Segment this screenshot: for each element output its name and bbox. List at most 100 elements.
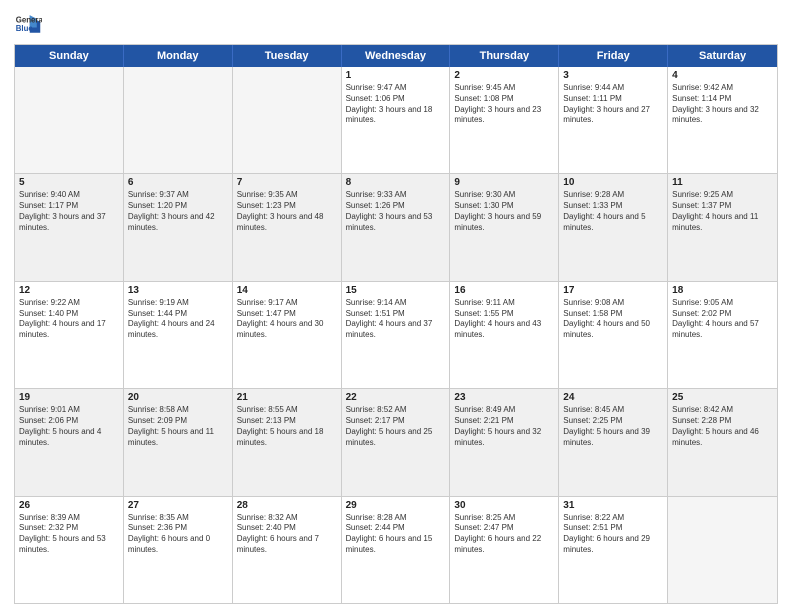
cell-info: Sunrise: 9:28 AM Sunset: 1:33 PM Dayligh…: [563, 190, 663, 233]
calendar-cell: 12 Sunrise: 9:22 AM Sunset: 1:40 PM Dayli…: [15, 282, 124, 388]
logo-icon: General Blue: [14, 10, 42, 38]
day-number: 5: [19, 177, 119, 188]
svg-text:General: General: [16, 15, 42, 24]
day-number: 21: [237, 392, 337, 403]
day-number: 10: [563, 177, 663, 188]
calendar-cell: 23 Sunrise: 8:49 AM Sunset: 2:21 PM Dayli…: [450, 389, 559, 495]
cell-info: Sunrise: 8:32 AM Sunset: 2:40 PM Dayligh…: [237, 513, 337, 556]
calendar-cell: 4 Sunrise: 9:42 AM Sunset: 1:14 PM Daylig…: [668, 67, 777, 173]
cell-info: Sunrise: 8:28 AM Sunset: 2:44 PM Dayligh…: [346, 513, 446, 556]
cell-info: Sunrise: 9:19 AM Sunset: 1:44 PM Dayligh…: [128, 298, 228, 341]
day-number: 9: [454, 177, 554, 188]
weekday-header: Wednesday: [342, 45, 451, 67]
day-number: 1: [346, 70, 446, 81]
cell-info: Sunrise: 8:42 AM Sunset: 2:28 PM Dayligh…: [672, 405, 773, 448]
logo: General Blue: [14, 10, 42, 38]
cell-info: Sunrise: 8:35 AM Sunset: 2:36 PM Dayligh…: [128, 513, 228, 556]
calendar-body: 1Sunrise: 9:47 AM Sunset: 1:06 PM Daylig…: [15, 67, 777, 603]
weekday-header: Saturday: [668, 45, 777, 67]
day-number: 26: [19, 500, 119, 511]
calendar-row: 12 Sunrise: 9:22 AM Sunset: 1:40 PM Dayli…: [15, 281, 777, 388]
day-number: 17: [563, 285, 663, 296]
day-number: 2: [454, 70, 554, 81]
calendar-cell: [124, 67, 233, 173]
day-number: 3: [563, 70, 663, 81]
day-number: 31: [563, 500, 663, 511]
cell-info: Sunrise: 9:45 AM Sunset: 1:08 PM Dayligh…: [454, 83, 554, 126]
cell-info: Sunrise: 8:49 AM Sunset: 2:21 PM Dayligh…: [454, 405, 554, 448]
day-number: 22: [346, 392, 446, 403]
day-number: 30: [454, 500, 554, 511]
cell-info: Sunrise: 9:42 AM Sunset: 1:14 PM Dayligh…: [672, 83, 773, 126]
cell-info: Sunrise: 9:44 AM Sunset: 1:11 PM Dayligh…: [563, 83, 663, 126]
calendar-cell: 3 Sunrise: 9:44 AM Sunset: 1:11 PM Daylig…: [559, 67, 668, 173]
day-number: 4: [672, 70, 773, 81]
calendar-cell: 16 Sunrise: 9:11 AM Sunset: 1:55 PM Dayli…: [450, 282, 559, 388]
calendar-cell: 27 Sunrise: 8:35 AM Sunset: 2:36 PM Dayli…: [124, 497, 233, 603]
calendar-cell: 7 Sunrise: 9:35 AM Sunset: 1:23 PM Daylig…: [233, 174, 342, 280]
weekday-header: Thursday: [450, 45, 559, 67]
header: General Blue: [14, 10, 778, 38]
calendar-row: 1Sunrise: 9:47 AM Sunset: 1:06 PM Daylig…: [15, 67, 777, 173]
calendar-cell: 21 Sunrise: 8:55 AM Sunset: 2:13 PM Dayli…: [233, 389, 342, 495]
cell-info: Sunrise: 9:05 AM Sunset: 2:02 PM Dayligh…: [672, 298, 773, 341]
calendar-cell: 29 Sunrise: 8:28 AM Sunset: 2:44 PM Dayli…: [342, 497, 451, 603]
day-number: 23: [454, 392, 554, 403]
calendar-cell: 8 Sunrise: 9:33 AM Sunset: 1:26 PM Daylig…: [342, 174, 451, 280]
calendar-cell: 5 Sunrise: 9:40 AM Sunset: 1:17 PM Daylig…: [15, 174, 124, 280]
cell-info: Sunrise: 9:08 AM Sunset: 1:58 PM Dayligh…: [563, 298, 663, 341]
cell-info: Sunrise: 8:55 AM Sunset: 2:13 PM Dayligh…: [237, 405, 337, 448]
calendar: SundayMondayTuesdayWednesdayThursdayFrid…: [14, 44, 778, 604]
cell-info: Sunrise: 9:37 AM Sunset: 1:20 PM Dayligh…: [128, 190, 228, 233]
calendar-cell: 20 Sunrise: 8:58 AM Sunset: 2:09 PM Dayli…: [124, 389, 233, 495]
cell-info: Sunrise: 9:01 AM Sunset: 2:06 PM Dayligh…: [19, 405, 119, 448]
cell-info: Sunrise: 9:35 AM Sunset: 1:23 PM Dayligh…: [237, 190, 337, 233]
cell-info: Sunrise: 9:14 AM Sunset: 1:51 PM Dayligh…: [346, 298, 446, 341]
day-number: 12: [19, 285, 119, 296]
calendar-cell: 6 Sunrise: 9:37 AM Sunset: 1:20 PM Daylig…: [124, 174, 233, 280]
cell-info: Sunrise: 8:25 AM Sunset: 2:47 PM Dayligh…: [454, 513, 554, 556]
svg-text:Blue: Blue: [16, 24, 34, 33]
day-number: 6: [128, 177, 228, 188]
calendar-cell: 28Sunrise: 8:32 AM Sunset: 2:40 PM Dayli…: [233, 497, 342, 603]
calendar-cell: 26Sunrise: 8:39 AM Sunset: 2:32 PM Dayli…: [15, 497, 124, 603]
calendar-cell: 30 Sunrise: 8:25 AM Sunset: 2:47 PM Dayli…: [450, 497, 559, 603]
calendar-cell: 15 Sunrise: 9:14 AM Sunset: 1:51 PM Dayli…: [342, 282, 451, 388]
day-number: 19: [19, 392, 119, 403]
calendar-cell: 13 Sunrise: 9:19 AM Sunset: 1:44 PM Dayli…: [124, 282, 233, 388]
cell-info: Sunrise: 8:22 AM Sunset: 2:51 PM Dayligh…: [563, 513, 663, 556]
calendar-row: 19 Sunrise: 9:01 AM Sunset: 2:06 PM Dayli…: [15, 388, 777, 495]
cell-info: Sunrise: 9:33 AM Sunset: 1:26 PM Dayligh…: [346, 190, 446, 233]
calendar-cell: 22 Sunrise: 8:52 AM Sunset: 2:17 PM Dayli…: [342, 389, 451, 495]
calendar-cell: 2 Sunrise: 9:45 AM Sunset: 1:08 PM Daylig…: [450, 67, 559, 173]
weekday-header: Sunday: [15, 45, 124, 67]
cell-info: Sunrise: 9:40 AM Sunset: 1:17 PM Dayligh…: [19, 190, 119, 233]
day-number: 7: [237, 177, 337, 188]
day-number: 25: [672, 392, 773, 403]
day-number: 27: [128, 500, 228, 511]
calendar-cell: 1Sunrise: 9:47 AM Sunset: 1:06 PM Daylig…: [342, 67, 451, 173]
cell-info: Sunrise: 9:22 AM Sunset: 1:40 PM Dayligh…: [19, 298, 119, 341]
day-number: 16: [454, 285, 554, 296]
weekday-header: Friday: [559, 45, 668, 67]
calendar-cell: [668, 497, 777, 603]
calendar-cell: 24Sunrise: 8:45 AM Sunset: 2:25 PM Dayli…: [559, 389, 668, 495]
weekday-header: Monday: [124, 45, 233, 67]
page: General Blue SundayMondayTuesdayWednesda…: [0, 0, 792, 612]
day-number: 8: [346, 177, 446, 188]
calendar-cell: 14Sunrise: 9:17 AM Sunset: 1:47 PM Dayli…: [233, 282, 342, 388]
weekday-header: Tuesday: [233, 45, 342, 67]
cell-info: Sunrise: 9:25 AM Sunset: 1:37 PM Dayligh…: [672, 190, 773, 233]
cell-info: Sunrise: 8:52 AM Sunset: 2:17 PM Dayligh…: [346, 405, 446, 448]
day-number: 29: [346, 500, 446, 511]
calendar-cell: 17 Sunrise: 9:08 AM Sunset: 1:58 PM Dayli…: [559, 282, 668, 388]
day-number: 20: [128, 392, 228, 403]
calendar-row: 5 Sunrise: 9:40 AM Sunset: 1:17 PM Daylig…: [15, 173, 777, 280]
cell-info: Sunrise: 9:11 AM Sunset: 1:55 PM Dayligh…: [454, 298, 554, 341]
calendar-cell: 11 Sunrise: 9:25 AM Sunset: 1:37 PM Dayli…: [668, 174, 777, 280]
cell-info: Sunrise: 8:58 AM Sunset: 2:09 PM Dayligh…: [128, 405, 228, 448]
day-number: 15: [346, 285, 446, 296]
day-number: 18: [672, 285, 773, 296]
day-number: 11: [672, 177, 773, 188]
day-number: 13: [128, 285, 228, 296]
